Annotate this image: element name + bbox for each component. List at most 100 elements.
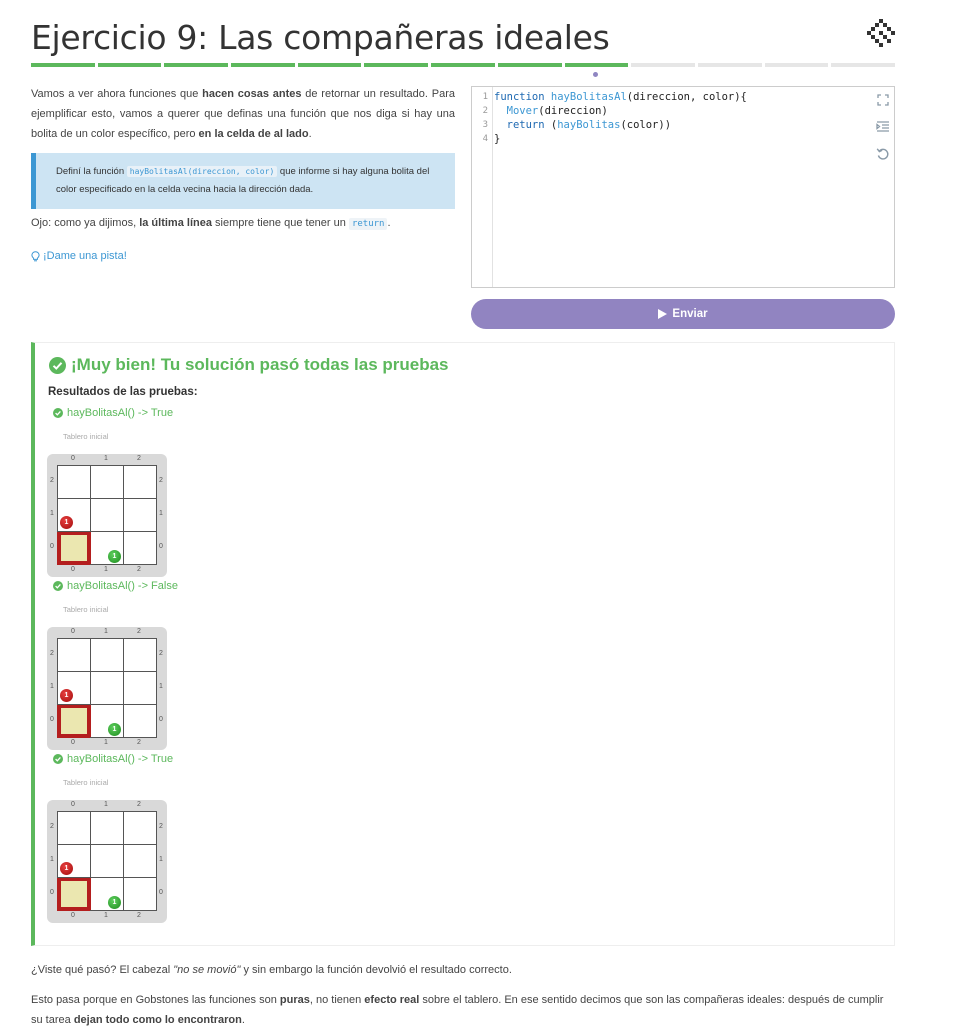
progress-segment[interactable] — [164, 63, 229, 67]
submit-button[interactable]: Enviar — [471, 299, 895, 329]
code-editor[interactable]: 1 function hayBolitasAl (direccion, color)… — [471, 86, 895, 288]
board-cell — [123, 844, 157, 878]
board-row-label: 0 — [159, 889, 163, 896]
board-column-label: 0 — [71, 566, 75, 573]
board-row-label: 1 — [50, 510, 54, 517]
board-cell — [90, 498, 124, 532]
lightbulb-icon — [31, 250, 40, 261]
current-exercise-marker — [593, 72, 598, 77]
initial-board: 00112222110011 — [47, 627, 167, 750]
board-row-label: 0 — [159, 543, 163, 550]
board-label: Tablero inicial — [63, 605, 109, 614]
footer-paragraph-1: ¿Viste qué pasó? El cabezal "no se movió… — [31, 964, 512, 976]
progress-segment[interactable] — [564, 63, 629, 67]
progress-segment[interactable] — [497, 63, 562, 67]
board-column-label: 2 — [137, 801, 141, 808]
board-column-label: 1 — [104, 912, 108, 919]
play-icon — [658, 309, 668, 319]
board-cell — [123, 811, 157, 845]
code-token: } — [494, 133, 501, 145]
result-header: ¡Muy bien! Tu solución pasó todas las pr… — [49, 355, 449, 375]
progress-segment[interactable] — [231, 63, 295, 67]
board-cell — [123, 498, 157, 532]
test-results-panel: ¡Muy bien! Tu solución pasó todas las pr… — [31, 342, 895, 946]
code-token: (color)) — [620, 119, 672, 131]
reset-icon[interactable] — [876, 147, 890, 161]
board-row-label: 0 — [159, 716, 163, 723]
code-token: hayBolitasAl — [550, 91, 627, 103]
check-circle-icon — [53, 408, 63, 418]
progress-segment[interactable] — [297, 63, 362, 67]
progress-segment[interactable] — [631, 63, 695, 67]
progress-segment[interactable] — [697, 63, 762, 67]
board-head-cell — [57, 531, 91, 565]
board-cell — [90, 844, 124, 878]
board-label: Tablero inicial — [63, 432, 109, 441]
function-signature-code: hayBolitasAl(direccion, color) — [126, 166, 278, 177]
board-grid: 11 — [57, 638, 157, 738]
green-ball-count: 1 — [108, 723, 121, 736]
test-name: hayBolitasAl() -> False — [53, 580, 178, 592]
progress-segment[interactable] — [31, 63, 95, 67]
board-column-label: 2 — [137, 566, 141, 573]
indent-icon[interactable] — [876, 120, 890, 134]
exercise-progress-bar — [31, 63, 895, 68]
board-row-label: 1 — [159, 510, 163, 517]
red-ball-count: 1 — [60, 862, 73, 875]
task-callout: Definí la función hayBolitasAl(direccion… — [31, 153, 455, 209]
board-cell — [57, 465, 91, 499]
check-circle-icon — [49, 356, 66, 374]
board-row-label: 2 — [159, 477, 163, 484]
gobstones-diamond-logo-icon[interactable] — [866, 18, 896, 50]
progress-segment[interactable] — [97, 63, 162, 67]
board-column-label: 2 — [137, 912, 141, 919]
line-number: 1 — [482, 92, 488, 102]
board-column-label: 1 — [104, 566, 108, 573]
board-cell — [90, 811, 124, 845]
progress-segment[interactable] — [764, 63, 829, 67]
submit-label: Enviar — [672, 308, 708, 320]
board-column-label: 0 — [71, 455, 75, 462]
initial-board: 00112222110011 — [47, 454, 167, 577]
red-ball-count: 1 — [60, 689, 73, 702]
progress-segment[interactable] — [431, 63, 495, 67]
check-circle-icon — [53, 754, 63, 764]
board-column-label: 2 — [137, 455, 141, 462]
board-row-label: 0 — [50, 716, 54, 723]
code-token: hayBolitas — [557, 119, 621, 131]
board-column-label: 1 — [104, 739, 108, 746]
hint-label: ¡Dame una pista! — [43, 250, 127, 262]
board-cell — [123, 638, 157, 672]
board-column-label: 2 — [137, 628, 141, 635]
return-keyword-code: return — [348, 218, 388, 230]
board-head-cell — [57, 704, 91, 738]
green-ball-count: 1 — [108, 550, 121, 563]
hint-link[interactable]: ¡Dame una pista! — [31, 250, 127, 262]
board-grid: 11 — [57, 811, 157, 911]
progress-segment[interactable] — [364, 63, 429, 67]
board-column-label: 1 — [104, 801, 108, 808]
board-cell — [123, 704, 157, 738]
board-column-label: 0 — [71, 912, 75, 919]
board-row-label: 2 — [159, 650, 163, 657]
board-column-label: 2 — [137, 739, 141, 746]
code-line[interactable]: 2 Mover (direccion) — [472, 104, 747, 118]
code-token: (direccion) — [538, 105, 608, 117]
board-column-label: 0 — [71, 801, 75, 808]
code-token: return — [494, 119, 551, 131]
code-token: (direccion, color){ — [626, 91, 747, 103]
board-cell — [90, 638, 124, 672]
code-line[interactable]: 1 function hayBolitasAl (direccion, color)… — [472, 90, 747, 104]
return-note: Ojo: como ya dijimos, la última línea si… — [31, 217, 391, 230]
code-line[interactable]: 3 return (hayBolitas (color)) — [472, 118, 747, 132]
fullscreen-icon[interactable] — [876, 93, 890, 107]
board-row-label: 1 — [50, 683, 54, 690]
code-token: Mover — [494, 105, 539, 117]
board-grid: 11 — [57, 465, 157, 565]
editor-code[interactable]: 1 function hayBolitasAl (direccion, color)… — [472, 90, 747, 146]
board-row-label: 0 — [50, 889, 54, 896]
board-label: Tablero inicial — [63, 778, 109, 787]
progress-segment[interactable] — [831, 63, 895, 67]
board-cell — [57, 638, 91, 672]
code-line[interactable]: 4} — [472, 132, 747, 146]
